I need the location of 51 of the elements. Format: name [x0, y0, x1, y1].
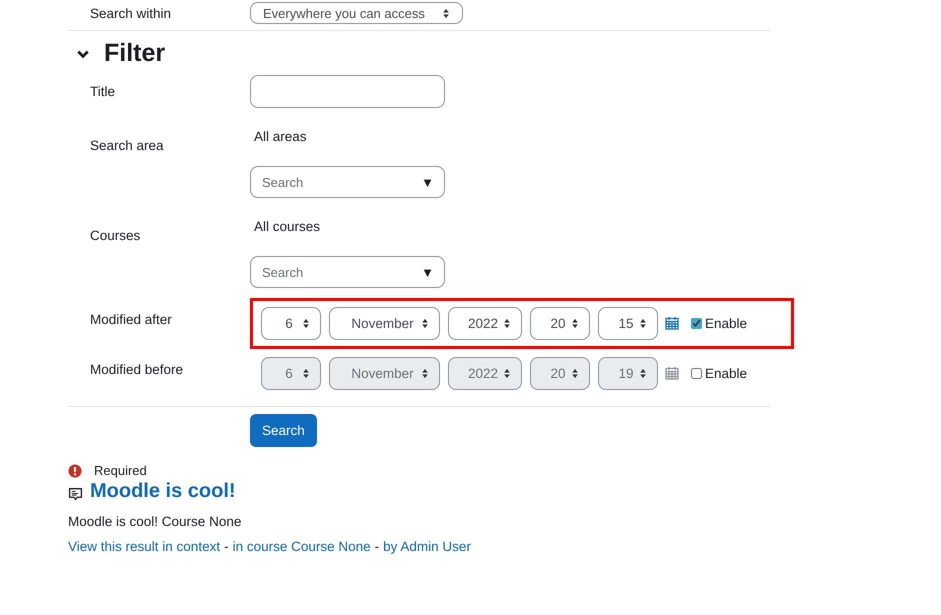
sort-arrows-icon [639, 318, 647, 328]
sort-arrows-icon [302, 368, 310, 378]
enable-checkbox[interactable] [691, 318, 702, 328]
calendar-icon[interactable] [665, 316, 679, 330]
sort-arrows-icon [571, 368, 579, 378]
field-label: Modified after [89, 311, 173, 327]
date-select[interactable]: 20 [530, 356, 590, 390]
search-dropdown[interactable]: Search ▼ [250, 166, 445, 198]
separator-text: - [374, 539, 380, 554]
required-note: Required [94, 463, 147, 478]
date-select[interactable]: 2022 [448, 306, 522, 340]
field-label: Modified before [89, 361, 184, 377]
selection-text: All areas [253, 128, 307, 144]
comment-icon [68, 486, 83, 501]
sort-arrows-icon [421, 318, 429, 328]
field-label: Search within [89, 6, 172, 20]
sort-arrows-icon [302, 318, 310, 328]
date-select[interactable]: 19 [598, 356, 658, 390]
date-select[interactable]: 15 [598, 306, 658, 340]
date-select[interactable]: 2022 [448, 356, 522, 390]
sort-arrows-icon [639, 368, 647, 378]
section-heading: Filter [104, 39, 166, 68]
result-link[interactable]: by Admin User [383, 539, 471, 554]
result-link[interactable]: View this result in context [68, 539, 220, 554]
field-label: Courses [89, 226, 142, 242]
date-select[interactable]: 6 [261, 356, 321, 390]
sort-arrows-icon [442, 8, 450, 18]
separator-text: - [224, 539, 229, 554]
sort-arrows-icon [503, 368, 511, 378]
field-label: Title [89, 84, 116, 98]
date-select[interactable]: November [329, 306, 440, 340]
checkbox-label: Enable [705, 316, 748, 330]
field-label: Search area [89, 136, 165, 152]
checkbox-label: Enable [705, 366, 748, 380]
sort-arrows-icon [571, 318, 579, 328]
enable-checkbox[interactable] [691, 368, 702, 378]
result-link[interactable]: in course Course None [232, 539, 371, 554]
sort-arrows-icon [503, 318, 511, 328]
calendar-icon[interactable] [665, 366, 679, 380]
search-dropdown[interactable]: Search ▼ [250, 256, 445, 288]
exclamation-icon [68, 464, 82, 478]
date-select[interactable]: November [329, 356, 440, 390]
selection-text: All courses [253, 218, 320, 234]
result-title-link[interactable]: Moodle is cool! [90, 480, 236, 503]
result-summary: Moodle is cool! Course None [68, 514, 242, 529]
title-input[interactable] [250, 74, 445, 108]
search-within-select[interactable]: Everywhere you can access [250, 2, 463, 24]
search-button[interactable]: Search [250, 414, 317, 447]
date-select[interactable]: 20 [530, 306, 590, 340]
date-select[interactable]: 6 [261, 306, 321, 340]
sort-arrows-icon [421, 368, 429, 378]
